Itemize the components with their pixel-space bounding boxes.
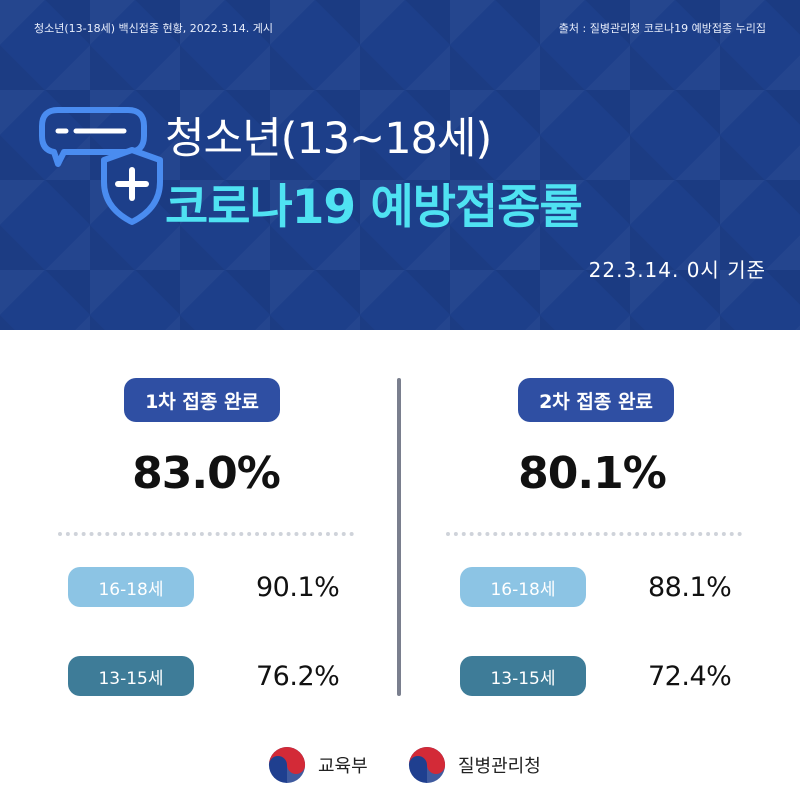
age-badge: 13-15세 xyxy=(460,656,586,696)
org-kdca: 질병관리청 xyxy=(408,746,541,784)
title-line-1: 청소년(13~18세) xyxy=(165,114,492,164)
dotted-separator xyxy=(58,532,354,536)
group-rate: 90.1% xyxy=(256,571,340,603)
chat-shield-icon xyxy=(39,107,163,225)
age-badge: 13-15세 xyxy=(68,656,194,696)
first-dose-total: 83.0% xyxy=(132,448,281,499)
group-rate: 76.2% xyxy=(256,660,340,692)
age-badge: 16-18세 xyxy=(68,567,194,607)
basis-date: 22.3.14. 0시 기준 xyxy=(588,258,766,282)
second-dose-panel: 2차 접종 완료 80.1% 16-18세 88.1% 13-15세 72.4% xyxy=(400,330,800,720)
first-dose-panel: 1차 접종 완료 83.0% 16-18세 90.1% 13-15세 76.2% xyxy=(0,330,400,720)
dotted-separator xyxy=(446,532,742,536)
group-rate: 72.4% xyxy=(648,660,732,692)
first-dose-label: 1차 접종 완료 xyxy=(124,378,280,422)
second-dose-total: 80.1% xyxy=(518,448,667,499)
org-name: 교육부 xyxy=(318,756,368,777)
header-banner: 청소년(13-18세) 백신접종 현황, 2022.3.14. 게시 출처 : … xyxy=(0,0,800,330)
taegeuk-emblem-icon xyxy=(408,746,446,784)
footer: 교육부 질병관리청 xyxy=(0,740,800,790)
caption-left: 청소년(13-18세) 백신접종 현황, 2022.3.14. 게시 xyxy=(34,22,273,35)
taegeuk-emblem-icon xyxy=(268,746,306,784)
org-name: 질병관리청 xyxy=(458,756,541,777)
title-line-2: 코로나19 예방접종률 xyxy=(165,180,583,235)
org-ministry-of-education: 교육부 xyxy=(268,746,368,784)
age-badge: 16-18세 xyxy=(460,567,586,607)
group-rate: 88.1% xyxy=(648,571,732,603)
caption-right: 출처 : 질병관리청 코로나19 예방접종 누리집 xyxy=(558,22,766,35)
second-dose-label: 2차 접종 완료 xyxy=(518,378,674,422)
